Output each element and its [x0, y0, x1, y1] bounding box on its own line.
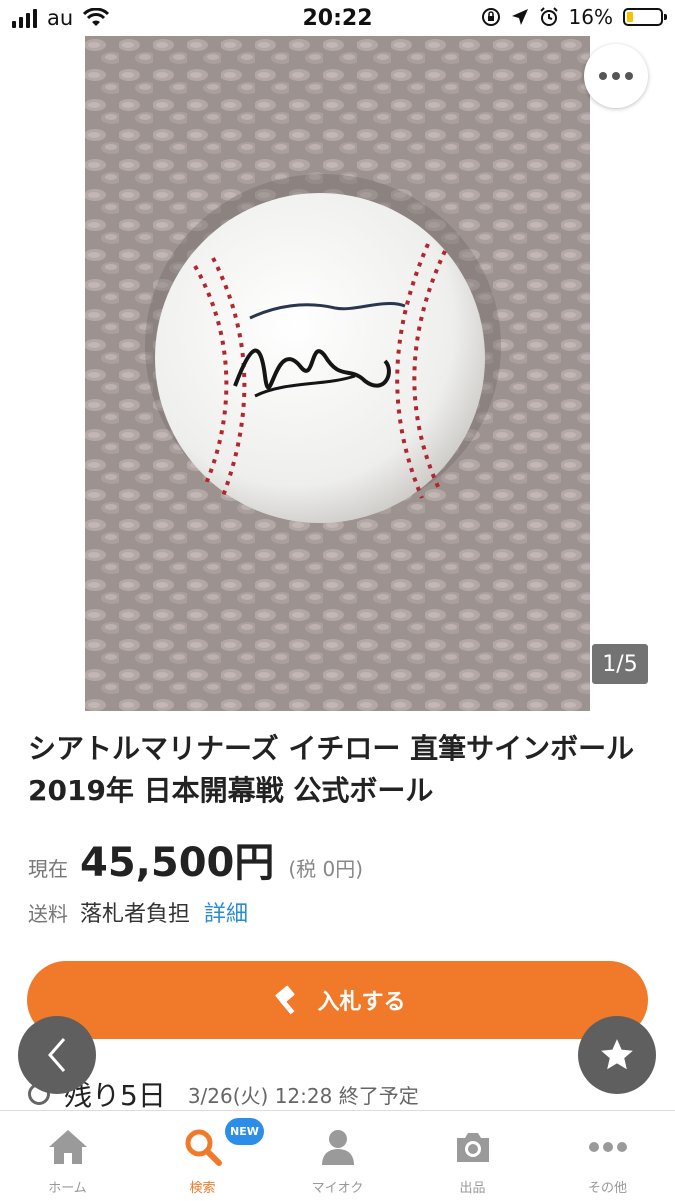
home-icon: [46, 1127, 90, 1167]
tab-home[interactable]: ホーム: [0, 1111, 135, 1201]
chevron-left-icon: [48, 1038, 66, 1072]
more-options-button[interactable]: [584, 44, 648, 108]
bid-button-label: 入札する: [317, 990, 406, 1015]
back-button[interactable]: [18, 1016, 96, 1094]
price-row: 現在 45,500円 (税 0円): [28, 830, 363, 888]
new-badge: NEW: [225, 1118, 264, 1145]
more-icon: [586, 1127, 630, 1167]
tab-more[interactable]: その他: [540, 1111, 675, 1201]
status-bar: au 20:22 16%: [0, 0, 675, 36]
person-icon: [316, 1127, 360, 1167]
baseball-image: [85, 36, 590, 711]
tax-amount: (税 0円): [288, 857, 364, 881]
battery-icon: [623, 8, 667, 26]
tab-my-auction-label: マイオク: [311, 1181, 364, 1196]
end-date: 3/26(火) 12:28 終了予定: [187, 1083, 419, 1108]
bottom-tab-bar: ホーム NEW 検索 マイオク 出品 その他: [0, 1110, 675, 1201]
camera-icon: [451, 1127, 495, 1167]
shipping-details-link[interactable]: 詳細: [204, 896, 248, 928]
shipping-label: 送料: [28, 902, 68, 926]
photo-counter: 1/5: [592, 644, 648, 684]
gavel-icon: [275, 985, 296, 1015]
search-icon: [181, 1127, 225, 1167]
alarm-icon: [539, 7, 558, 26]
tab-more-label: その他: [587, 1181, 627, 1196]
tab-search-label: 検索: [189, 1181, 216, 1196]
current-price: 45,500円: [80, 840, 275, 886]
star-icon: [601, 1039, 633, 1070]
shipping-value: 落札者負担: [80, 902, 191, 927]
tab-my-auction[interactable]: マイオク: [270, 1111, 405, 1201]
bid-button[interactable]: 入札する: [27, 961, 648, 1039]
tab-sell[interactable]: 出品: [405, 1111, 540, 1201]
location-icon: [511, 9, 528, 25]
watchlist-button[interactable]: [578, 1016, 656, 1094]
status-right: 16%: [481, 5, 667, 29]
battery-percent: 16%: [568, 5, 613, 29]
photo-carousel[interactable]: 1/5: [0, 36, 675, 711]
tab-home-label: ホーム: [48, 1181, 87, 1196]
tab-sell-label: 出品: [459, 1181, 486, 1196]
price-label: 現在: [28, 857, 68, 881]
product-photo[interactable]: [85, 36, 590, 711]
shipping-row: 送料 落札者負担 詳細: [28, 896, 248, 928]
orientation-lock-icon: [481, 8, 500, 26]
tab-search[interactable]: NEW 検索: [135, 1111, 270, 1201]
item-title: シアトルマリナーズ イチロー 直筆サインボール 2019年 日本開幕戦 公式ボー…: [28, 732, 635, 807]
